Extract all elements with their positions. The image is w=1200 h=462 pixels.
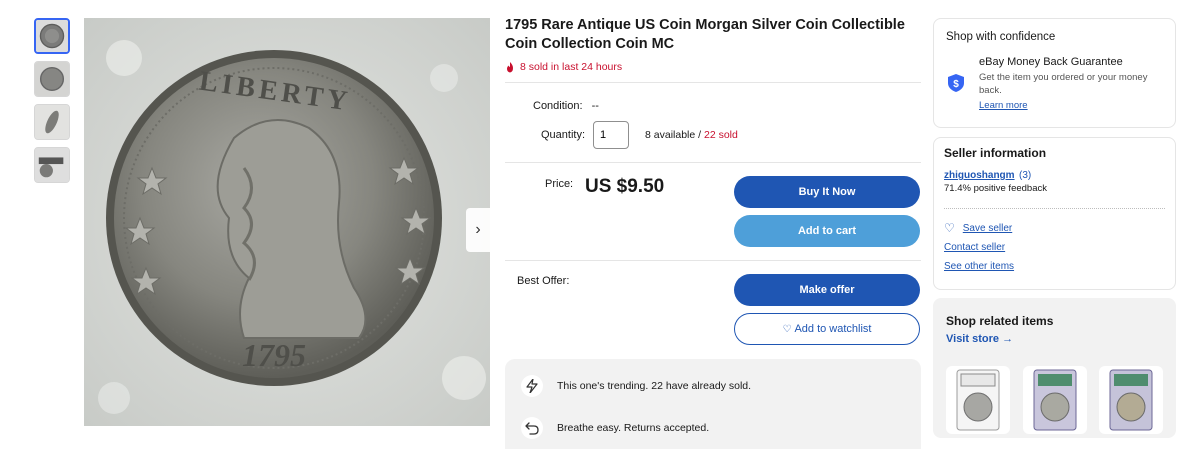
seller-feedback: 71.4% positive feedback bbox=[944, 183, 1047, 194]
highlight-trending: This one's trending. 22 have already sol… bbox=[521, 375, 751, 397]
condition-label: Condition: bbox=[533, 100, 583, 112]
available-count: 8 available / bbox=[645, 129, 702, 141]
shop-related-items-panel: Shop related items Visit store → bbox=[933, 298, 1176, 438]
guarantee-block: eBay Money Back Guarantee Get the item y… bbox=[979, 56, 1164, 112]
price-value: US $9.50 bbox=[585, 176, 665, 197]
thumbnail-coin-front[interactable] bbox=[34, 18, 70, 54]
visit-store-link[interactable]: Visit store → bbox=[946, 333, 1013, 345]
main-product-image[interactable]: LIBERTY 1795 › bbox=[84, 18, 490, 426]
buy-it-now-button[interactable]: Buy It Now bbox=[734, 176, 920, 208]
heart-icon: ♡ bbox=[944, 221, 955, 235]
highlights-panel: This one's trending. 22 have already sol… bbox=[505, 359, 921, 449]
quantity-input[interactable] bbox=[593, 121, 630, 149]
thumbnail-coin-measure[interactable] bbox=[34, 147, 70, 183]
best-offer-label: Best Offer: bbox=[517, 275, 570, 287]
shop-with-confidence-card: Shop with confidence $ eBay Money Back G… bbox=[933, 18, 1176, 128]
highlight-text: This one's trending. 22 have already sol… bbox=[557, 380, 752, 392]
thumbnail-coin-edge[interactable] bbox=[34, 104, 70, 140]
fire-icon bbox=[507, 61, 513, 72]
guarantee-text: Get the item you ordered or your money b… bbox=[979, 72, 1148, 96]
divider bbox=[505, 162, 921, 163]
add-to-watchlist-button[interactable]: ♡ Add to watchlist bbox=[734, 313, 920, 345]
save-seller-link[interactable]: Save seller bbox=[963, 223, 1012, 234]
related-item[interactable] bbox=[946, 366, 1010, 434]
contact-seller-link[interactable]: Contact seller bbox=[944, 242, 1005, 253]
seller-information-card: Seller information zhiguoshangm (3) 71.4… bbox=[933, 137, 1176, 290]
seller-name-link[interactable]: zhiguoshangm bbox=[944, 170, 1015, 181]
next-image-chevron-icon[interactable]: › bbox=[466, 208, 490, 252]
related-title: Shop related items bbox=[946, 314, 1054, 328]
highlight-returns: Breathe easy. Returns accepted. bbox=[521, 417, 709, 439]
lightning-icon bbox=[521, 375, 543, 397]
see-other-items-link[interactable]: See other items bbox=[944, 261, 1014, 272]
learn-more-link[interactable]: Learn more bbox=[979, 99, 1164, 112]
sold-count: 22 sold bbox=[704, 129, 738, 141]
confidence-title: Shop with confidence bbox=[946, 31, 1056, 43]
highlight-text: Breathe easy. Returns accepted. bbox=[557, 422, 710, 434]
thumbnail-coin-back[interactable] bbox=[34, 61, 70, 97]
visit-store-label: Visit store bbox=[946, 333, 999, 345]
arrow-right-icon: → bbox=[1002, 333, 1014, 345]
coin-year: 1795 bbox=[242, 337, 306, 373]
sold-recent-text: 8 sold in last 24 hours bbox=[520, 61, 623, 73]
seller-name-row: zhiguoshangm (3) bbox=[944, 165, 1031, 183]
save-seller-row[interactable]: ♡ Save seller bbox=[944, 221, 1012, 235]
listing-summary: 1795 Rare Antique US Coin Morgan Silver … bbox=[505, 16, 921, 462]
related-item[interactable] bbox=[1099, 366, 1163, 434]
divider bbox=[944, 208, 1165, 209]
guarantee-title: eBay Money Back Guarantee bbox=[979, 56, 1123, 68]
heart-icon: ♡ bbox=[782, 323, 792, 335]
sold-recent-badge: 8 sold in last 24 hours bbox=[505, 61, 921, 73]
related-item[interactable] bbox=[1023, 366, 1087, 434]
quantity-row: Quantity: 8 available / 22 sold bbox=[541, 121, 738, 149]
condition-row: Condition: -- bbox=[533, 100, 599, 112]
divider bbox=[505, 260, 921, 261]
return-arrow-icon bbox=[521, 417, 543, 439]
condition-value: -- bbox=[591, 100, 599, 112]
make-offer-button[interactable]: Make offer bbox=[734, 274, 920, 306]
seller-info-title: Seller information bbox=[944, 146, 1047, 160]
listing-title: 1795 Rare Antique US Coin Morgan Silver … bbox=[505, 17, 905, 52]
thumbnail-strip bbox=[34, 18, 70, 190]
shield-dollar-icon: $ bbox=[948, 74, 964, 92]
svg-text:$: $ bbox=[953, 79, 959, 90]
quantity-label: Quantity: bbox=[541, 129, 586, 141]
seller-feedback-count[interactable]: (3) bbox=[1019, 170, 1031, 181]
add-to-cart-button[interactable]: Add to cart bbox=[734, 215, 920, 247]
add-to-watchlist-label: Add to watchlist bbox=[794, 323, 872, 335]
availability-text: 8 available / 22 sold bbox=[645, 129, 738, 141]
price-label: Price: bbox=[545, 178, 574, 190]
divider bbox=[505, 82, 921, 83]
